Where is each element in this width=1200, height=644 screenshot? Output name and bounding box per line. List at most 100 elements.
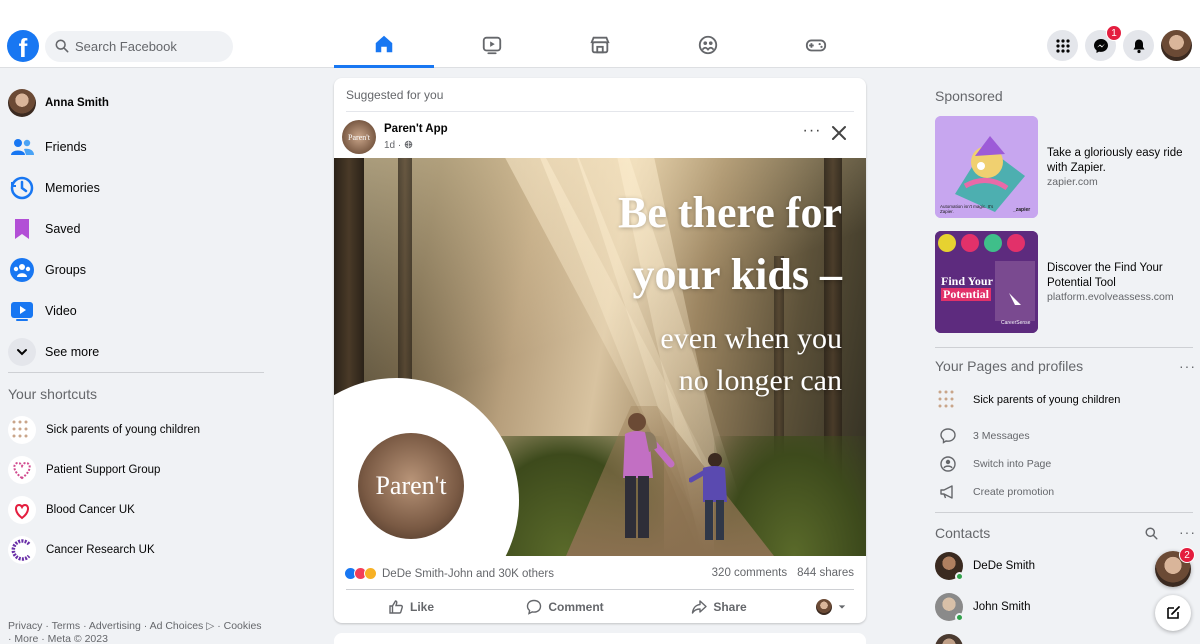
shortcuts-title: Your shortcuts	[8, 386, 97, 402]
shortcut-label: Cancer Research UK	[46, 544, 155, 556]
post-stats: 320 comments 844 shares	[712, 567, 854, 579]
ad-zapier[interactable]: Automation isn't magic. It's Zapier. _za…	[935, 116, 1200, 220]
new-message-button[interactable]	[1155, 595, 1191, 631]
tab-marketplace[interactable]	[550, 22, 650, 68]
sidebar-item-label: See more	[45, 344, 100, 359]
sidebar-item-video[interactable]: Video	[0, 290, 270, 331]
sidebar-item-see-more[interactable]: See more	[0, 331, 270, 372]
pages-options-button[interactable]: ···	[1179, 358, 1196, 374]
top-bar: f 1	[0, 0, 1200, 68]
ad-headline: Find Your Potential	[941, 275, 993, 301]
sidebar-item-label: Memories	[45, 180, 100, 195]
share-button[interactable]: Share	[642, 593, 796, 621]
contacts-title: Contacts	[935, 525, 991, 541]
page-action-label: Switch into Page	[973, 458, 1052, 470]
ad-evolve[interactable]: Find Your Potential CareerSense Discover…	[935, 231, 1200, 335]
page-name-link[interactable]: Paren't App	[384, 123, 448, 135]
post-actions: Like Comment Share	[334, 593, 866, 621]
video-icon	[8, 297, 36, 325]
footer-line[interactable]: Privacy · Terms · Advertising · Ad Choic…	[8, 620, 278, 633]
post-time[interactable]: 1d ·	[384, 140, 404, 151]
page-action-switch[interactable]: Switch into Page	[935, 451, 1051, 477]
comment-button[interactable]: Comment	[488, 593, 642, 621]
right-divider	[935, 512, 1193, 513]
thumbs-up-icon	[389, 600, 403, 614]
watch-icon	[482, 36, 502, 55]
parent-app-logo: Paren't	[358, 433, 464, 539]
contact-item[interactable]: DeDe Smith	[935, 552, 1035, 581]
search-contacts-icon[interactable]	[1145, 527, 1158, 540]
like-button[interactable]: Like	[334, 593, 488, 621]
comment-icon	[527, 599, 542, 615]
post-image[interactable]: Be there for your kids – even when you n…	[334, 158, 866, 556]
logo-letter: f	[18, 33, 28, 62]
post-meta: 1d ·	[384, 140, 413, 151]
sidebar-item-saved[interactable]: Saved	[0, 208, 270, 249]
post-options-button[interactable]: ···	[800, 123, 824, 142]
sidebar-item-label: Groups	[45, 262, 86, 277]
cancer-research-logo-icon	[8, 536, 36, 564]
page-action-messages[interactable]: 3 Messages	[935, 423, 1030, 449]
close-icon[interactable]	[830, 124, 848, 142]
chat-head-avatar[interactable]: 2	[1155, 547, 1195, 587]
sidebar-item-label: Video	[45, 303, 77, 318]
saved-icon	[8, 215, 36, 243]
post-subheadline: even when you no longer can	[660, 318, 842, 402]
tab-home[interactable]	[334, 22, 434, 68]
notifications-button[interactable]	[1123, 30, 1154, 61]
avatar-text: Paren't	[348, 132, 370, 142]
reactions-summary[interactable]: DeDe Smith-John and 30K others	[344, 567, 554, 580]
comments-count[interactable]: 320 comments	[712, 567, 787, 579]
tab-gaming[interactable]	[766, 22, 866, 68]
ad-headline-line: Potential	[941, 287, 991, 301]
main-nav-tabs	[334, 22, 874, 68]
ad-image-zapier: Automation isn't magic. It's Zapier. _za…	[935, 116, 1038, 218]
search-input[interactable]	[75, 31, 225, 62]
bell-icon	[1133, 39, 1144, 53]
search-box[interactable]	[45, 31, 233, 62]
account-avatar[interactable]	[1161, 30, 1192, 61]
contact-item[interactable]	[935, 634, 973, 644]
ad-title: Discover the Find Your Potential Tool	[1047, 262, 1163, 289]
react-as-selector[interactable]	[796, 593, 866, 621]
contact-avatar	[935, 593, 964, 622]
tab-groups[interactable]	[658, 22, 758, 68]
actions-divider	[346, 589, 854, 590]
sidebar-item-label: Friends	[45, 139, 87, 154]
page-action-label: Create promotion	[973, 486, 1055, 498]
sidebar-item-friends[interactable]: Friends	[0, 126, 270, 167]
zapier-illustration	[935, 116, 1038, 218]
switch-profile-icon	[935, 451, 961, 477]
comment-label: Comment	[548, 600, 604, 614]
contact-name: DeDe Smith	[973, 560, 1035, 572]
chat-badge: 2	[1179, 547, 1195, 563]
page-action-promote[interactable]: Create promotion	[935, 479, 1054, 505]
page-profile-item[interactable]: Sick parents of young children	[935, 387, 1120, 413]
shortcut-item[interactable]: Sick parents of young children	[0, 410, 270, 450]
contact-item[interactable]: John Smith	[935, 593, 1031, 622]
messenger-button[interactable]: 1	[1085, 25, 1122, 61]
sidebar-item-memories[interactable]: Memories	[0, 167, 270, 208]
shares-count[interactable]: 844 shares	[797, 567, 854, 579]
sidebar-item-profile[interactable]: Anna Smith	[0, 80, 270, 126]
right-divider	[935, 347, 1193, 348]
page-avatar[interactable]: Paren't	[342, 120, 376, 154]
ad-brand: _zapier	[1013, 207, 1031, 213]
profile-mini-avatar	[816, 599, 832, 615]
menu-button[interactable]	[1047, 30, 1078, 61]
pages-title: Your Pages and profiles	[935, 358, 1084, 374]
footer-line[interactable]: · More · Meta © 2023	[8, 633, 278, 644]
contacts-options-button[interactable]: ···	[1179, 524, 1196, 540]
adult-figure	[623, 413, 675, 538]
shortcut-item[interactable]: Cancer Research UK	[0, 530, 270, 570]
friends-icon	[8, 133, 36, 161]
shortcut-item[interactable]: Patient Support Group	[0, 450, 270, 490]
next-feed-card	[334, 633, 866, 644]
sidebar-item-groups[interactable]: Groups	[0, 249, 270, 290]
top-right-actions: 1	[1047, 25, 1192, 61]
shortcut-item[interactable]: Blood Cancer UK	[0, 490, 270, 530]
ad-url: platform.evolveassess.com	[1047, 291, 1174, 303]
tab-watch[interactable]	[442, 22, 542, 68]
like-label: Like	[409, 600, 434, 614]
facebook-logo[interactable]: f	[7, 30, 39, 62]
